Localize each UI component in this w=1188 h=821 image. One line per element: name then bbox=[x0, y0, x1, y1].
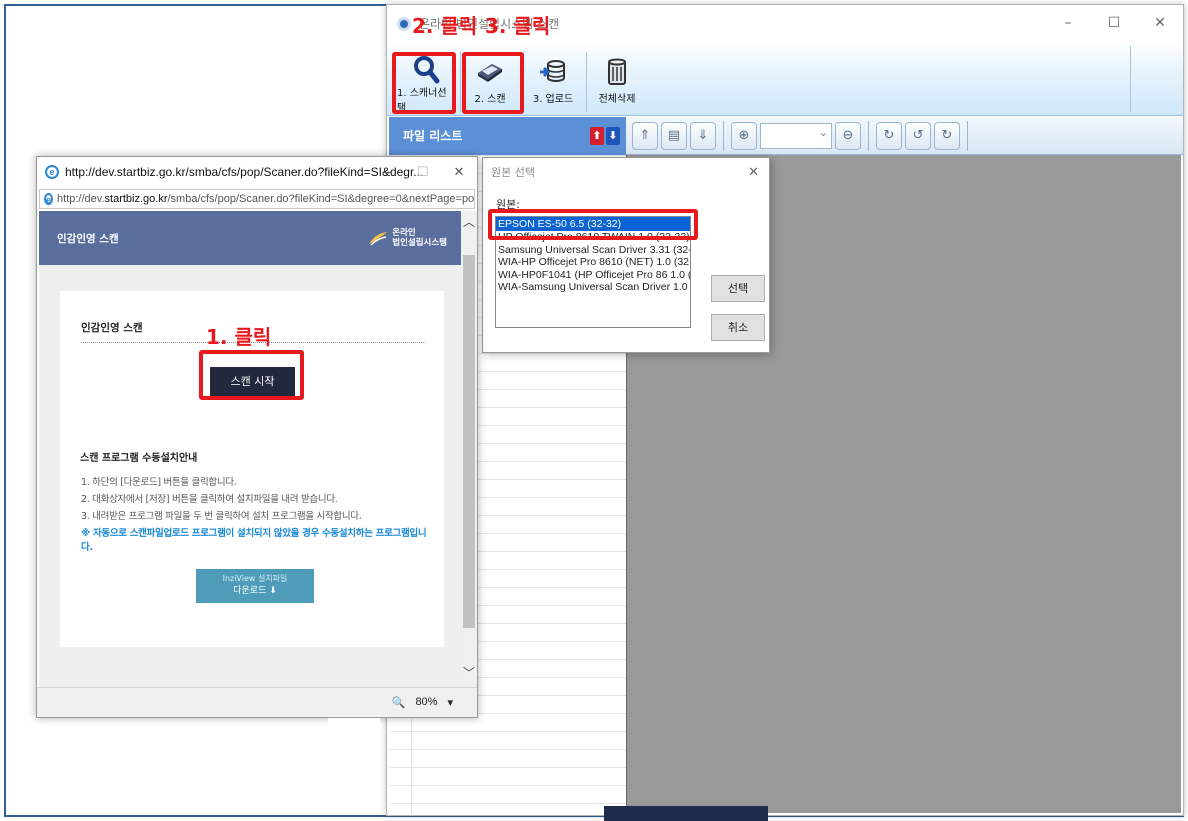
site-logo: 온라인 법인설립시스템 bbox=[368, 228, 447, 248]
browser-title-bar: e http://dev.startbiz.go.kr/smba/cfs/pop… bbox=[37, 157, 477, 187]
source-select-dialog: 원본 선택 ✕ 원본: EPSON ES-50 6.5 (32-32) HP O… bbox=[482, 157, 770, 353]
annotation-box-scan-start bbox=[199, 350, 304, 400]
move-up-icon[interactable]: ⬆ bbox=[590, 127, 604, 145]
window-controls: – ☐ ✕ bbox=[369, 157, 477, 187]
database-upload-icon bbox=[538, 54, 568, 90]
internet-explorer-icon: e bbox=[44, 193, 54, 205]
zoom-in-icon[interactable]: ⊕ bbox=[731, 121, 757, 150]
annotation-step-2: 2. 클릭 bbox=[412, 14, 478, 38]
background-gap bbox=[328, 718, 380, 768]
address-prefix: http://dev. bbox=[57, 193, 105, 205]
popup-page: 인감인영 스캔 온라인 법인설립시스템 인감인영 스캔 스캔 시작 스캔 프로그램… bbox=[39, 211, 461, 687]
viewer-toolbar: ⇑ ▤ ⇓ ⊕ ⊖ ↻ ↺ ↻ bbox=[626, 117, 1183, 155]
upload-label: 3. 업로드 bbox=[532, 94, 574, 105]
scroll-down-icon[interactable]: ﹀ bbox=[461, 664, 477, 681]
guide-step: 1. 하단의 [다운로드] 버튼을 클릭합니다. bbox=[81, 477, 237, 488]
browser-popup-window: e http://dev.startbiz.go.kr/smba/cfs/pop… bbox=[36, 156, 478, 718]
download-small-label: InziView 설치파일 bbox=[222, 574, 288, 583]
file-list-title: 파일 리스트 bbox=[403, 129, 463, 143]
guide-title: 스캔 프로그램 수동설치안내 bbox=[80, 453, 198, 464]
source-item[interactable]: WIA-HP0F1041 (HP Officejet Pro 86 1.0 (3… bbox=[496, 269, 690, 282]
guide-step: 3. 내려받은 프로그램 파일을 두 번 클릭하여 설치 프로그램을 시작합니다… bbox=[81, 511, 362, 522]
upload-button[interactable]: 3. 업로드 bbox=[529, 54, 577, 114]
rotate-right-icon[interactable]: ↻ bbox=[934, 121, 960, 150]
delete-all-label: 전체삭제 bbox=[598, 94, 636, 105]
vertical-scrollbar[interactable]: ︿ ﹀ bbox=[461, 211, 477, 687]
close-icon[interactable]: ✕ bbox=[748, 158, 759, 188]
chevron-down-icon[interactable]: ▾ bbox=[447, 696, 453, 709]
guide-note: ※ 자동으로 스캔파일업로드 프로그램이 설치되지 않았을 경우 수동설치하는 … bbox=[81, 528, 427, 553]
maximize-button[interactable]: ☐ bbox=[405, 157, 441, 187]
page-down-icon[interactable]: ⇓ bbox=[690, 121, 716, 150]
zoom-out-icon[interactable]: ⊖ bbox=[835, 121, 861, 150]
move-down-icon[interactable]: ⬇ bbox=[606, 127, 620, 145]
toolbar-separator bbox=[1130, 46, 1131, 112]
window-controls: – ☐ ✕ bbox=[1045, 5, 1183, 42]
cancel-button[interactable]: 취소 bbox=[711, 314, 765, 341]
address-path: /smba/cfs/pop/Scaner.do?fileKind=SI&degr… bbox=[167, 193, 475, 205]
toolbar-separator bbox=[868, 120, 869, 151]
popup-header: 인감인영 스캔 온라인 법인설립시스템 bbox=[39, 211, 461, 265]
zoom-icon: 🔍 bbox=[391, 697, 406, 709]
source-item[interactable]: Samsung Universal Scan Driver 3.31 (32-3… bbox=[496, 244, 690, 257]
delete-all-button[interactable]: 전체삭제 bbox=[593, 54, 641, 114]
logo-mark-icon bbox=[369, 232, 388, 246]
source-dialog-title-bar: 원본 선택 ✕ bbox=[483, 158, 769, 188]
file-list-order-buttons: ⬆ ⬇ bbox=[590, 127, 620, 145]
annotation-box-select-scanner bbox=[392, 52, 456, 114]
scanner-window: 온라인 법인설립시스템 스캔 – ☐ ✕ 1. 스캐너선택 2. 스캔 3. 업… bbox=[386, 4, 1184, 816]
source-item[interactable]: WIA-HP Officejet Pro 8610 (NET) 1.0 (32-… bbox=[496, 256, 690, 269]
zoom-combobox[interactable] bbox=[760, 122, 832, 149]
source-dialog-title: 원본 선택 bbox=[491, 166, 535, 179]
file-list-header: 파일 리스트 ⬆ ⬇ bbox=[389, 117, 626, 155]
annotation-box-scan bbox=[462, 52, 524, 114]
toolbar-separator bbox=[967, 120, 968, 151]
rotate-left-icon[interactable]: ↺ bbox=[905, 121, 931, 150]
address-domain: startbiz.go.kr bbox=[104, 193, 168, 205]
scroll-up-icon[interactable]: ︿ bbox=[461, 213, 477, 230]
minimize-button[interactable]: – bbox=[369, 157, 405, 187]
zoom-control[interactable]: 🔍 80% ▾ bbox=[392, 696, 453, 709]
background-page-bottom bbox=[604, 806, 768, 821]
toolbar-separator bbox=[586, 52, 587, 112]
source-item[interactable]: WIA-Samsung Universal Scan Driver 1.0 (3… bbox=[496, 281, 690, 294]
logo-line-2: 법인설립시스템 bbox=[392, 238, 447, 248]
address-bar[interactable]: e http://dev. startbiz.go.kr/smba/cfs/pop… bbox=[39, 189, 475, 209]
close-button[interactable]: ✕ bbox=[1137, 5, 1183, 42]
guide-step: 2. 대화상자에서 [저장] 버튼을 클릭하여 설치파일을 내려 받습니다. bbox=[81, 494, 338, 505]
toolbar-separator bbox=[723, 120, 724, 151]
trash-icon bbox=[606, 54, 628, 90]
logo-line-1: 온라인 bbox=[392, 228, 416, 238]
popup-header-title: 인감인영 스캔 bbox=[57, 232, 119, 245]
page-icon[interactable]: ▤ bbox=[661, 121, 687, 150]
card-title: 인감인영 스캔 bbox=[81, 322, 143, 334]
status-bar: 🔍 80% ▾ bbox=[37, 687, 477, 717]
zoom-level: 80% bbox=[415, 696, 438, 708]
select-button[interactable]: 선택 bbox=[711, 275, 765, 302]
app-icon bbox=[397, 16, 411, 31]
maximize-button[interactable]: ☐ bbox=[1091, 5, 1137, 42]
rotate-180-icon[interactable]: ↻ bbox=[876, 121, 902, 150]
minimize-button[interactable]: – bbox=[1045, 5, 1091, 42]
annotation-step-1: 1. 클릭 bbox=[206, 325, 272, 349]
scrollbar-thumb[interactable] bbox=[463, 255, 475, 628]
annotation-step-3: 3. 클릭 bbox=[485, 14, 551, 38]
close-button[interactable]: ✕ bbox=[441, 157, 477, 187]
download-button[interactable]: InziView 설치파일 다운로드 ⬇ bbox=[196, 569, 314, 603]
page-up-icon[interactable]: ⇑ bbox=[632, 121, 658, 150]
download-label: 다운로드 ⬇ bbox=[233, 586, 277, 596]
internet-explorer-icon: e bbox=[45, 165, 59, 179]
toolbar-separator bbox=[460, 52, 461, 112]
annotation-box-source-item bbox=[488, 209, 698, 240]
